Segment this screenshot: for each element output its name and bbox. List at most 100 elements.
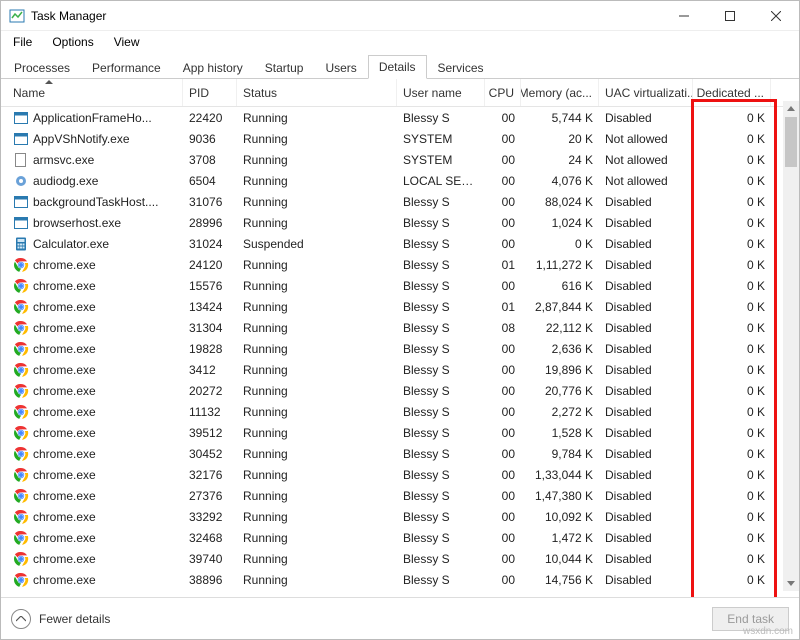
close-button[interactable]	[753, 1, 799, 31]
menu-options[interactable]: Options	[44, 33, 101, 51]
minimize-button[interactable]	[661, 1, 707, 31]
process-memory: 2,87,844 K	[521, 300, 599, 314]
table-row[interactable]: browserhost.exe28996RunningBlessy S001,0…	[1, 212, 799, 233]
column-pid[interactable]: PID	[183, 79, 237, 106]
table-row[interactable]: chrome.exe39740RunningBlessy S0010,044 K…	[1, 548, 799, 569]
process-pid: 32176	[183, 468, 237, 482]
process-pid: 38896	[183, 573, 237, 587]
maximize-button[interactable]	[707, 1, 753, 31]
process-user: Blessy S	[397, 111, 485, 125]
process-memory: 1,528 K	[521, 426, 599, 440]
process-dedicated: 0 K	[693, 258, 771, 272]
table-row[interactable]: AppVShNotify.exe9036RunningSYSTEM0020 KN…	[1, 128, 799, 149]
table-row[interactable]: chrome.exe30452RunningBlessy S009,784 KD…	[1, 443, 799, 464]
process-name: chrome.exe	[33, 279, 96, 293]
column-uac[interactable]: UAC virtualizati...	[599, 79, 693, 106]
process-icon	[13, 173, 29, 189]
process-cpu: 00	[485, 279, 521, 293]
process-status: Running	[237, 405, 397, 419]
tab-strip: Processes Performance App history Startu…	[1, 53, 799, 79]
process-memory: 14,756 K	[521, 573, 599, 587]
column-status[interactable]: Status	[237, 79, 397, 106]
table-row[interactable]: chrome.exe15576RunningBlessy S00616 KDis…	[1, 275, 799, 296]
process-uac: Disabled	[599, 531, 693, 545]
process-dedicated: 0 K	[693, 342, 771, 356]
table-row[interactable]: chrome.exe11132RunningBlessy S002,272 KD…	[1, 401, 799, 422]
process-status: Running	[237, 321, 397, 335]
table-row[interactable]: ApplicationFrameHo...22420RunningBlessy …	[1, 107, 799, 128]
process-uac: Disabled	[599, 468, 693, 482]
table-row[interactable]: chrome.exe27376RunningBlessy S001,47,380…	[1, 485, 799, 506]
process-icon	[13, 341, 29, 357]
tab-users[interactable]: Users	[314, 56, 367, 79]
table-row[interactable]: Calculator.exe31024SuspendedBlessy S000 …	[1, 233, 799, 254]
process-cpu: 00	[485, 552, 521, 566]
process-dedicated: 0 K	[693, 279, 771, 293]
process-cpu: 00	[485, 405, 521, 419]
table-row[interactable]: chrome.exe32176RunningBlessy S001,33,044…	[1, 464, 799, 485]
table-row[interactable]: chrome.exe3412RunningBlessy S0019,896 KD…	[1, 359, 799, 380]
table-row[interactable]: chrome.exe38896RunningBlessy S0014,756 K…	[1, 569, 799, 590]
process-status: Running	[237, 153, 397, 167]
tab-performance[interactable]: Performance	[81, 56, 172, 79]
process-user: Blessy S	[397, 573, 485, 587]
column-dedicated[interactable]: Dedicated ...	[693, 79, 771, 106]
process-uac: Disabled	[599, 552, 693, 566]
tab-services[interactable]: Services	[427, 56, 495, 79]
process-uac: Disabled	[599, 573, 693, 587]
table-row[interactable]: chrome.exe13424RunningBlessy S012,87,844…	[1, 296, 799, 317]
column-user[interactable]: User name	[397, 79, 485, 106]
process-pid: 24120	[183, 258, 237, 272]
table-row[interactable]: chrome.exe19828RunningBlessy S002,636 KD…	[1, 338, 799, 359]
fewer-details-button[interactable]: Fewer details	[11, 609, 110, 629]
process-pid: 20272	[183, 384, 237, 398]
process-memory: 20 K	[521, 132, 599, 146]
process-name: AppVShNotify.exe	[33, 132, 130, 146]
process-user: Blessy S	[397, 279, 485, 293]
process-name: ApplicationFrameHo...	[33, 111, 152, 125]
process-memory: 5,744 K	[521, 111, 599, 125]
table-row[interactable]: chrome.exe31304RunningBlessy S0822,112 K…	[1, 317, 799, 338]
menu-file[interactable]: File	[5, 33, 40, 51]
table-row[interactable]: audiodg.exe6504RunningLOCAL SER...004,07…	[1, 170, 799, 191]
column-name[interactable]: Name	[7, 79, 183, 106]
process-uac: Disabled	[599, 195, 693, 209]
process-uac: Disabled	[599, 342, 693, 356]
process-cpu: 00	[485, 426, 521, 440]
vertical-scrollbar[interactable]	[783, 101, 799, 591]
process-user: Blessy S	[397, 300, 485, 314]
process-pid: 39512	[183, 426, 237, 440]
process-pid: 13424	[183, 300, 237, 314]
process-uac: Not allowed	[599, 174, 693, 188]
tab-startup[interactable]: Startup	[254, 56, 315, 79]
table-row[interactable]: armsvc.exe3708RunningSYSTEM0024 KNot all…	[1, 149, 799, 170]
process-name: Calculator.exe	[33, 237, 109, 251]
table-row[interactable]: backgroundTaskHost....31076RunningBlessy…	[1, 191, 799, 212]
process-memory: 1,11,272 K	[521, 258, 599, 272]
scroll-down-icon[interactable]	[787, 581, 795, 586]
footer: Fewer details End task	[1, 597, 799, 639]
scroll-up-icon[interactable]	[787, 106, 795, 111]
process-dedicated: 0 K	[693, 321, 771, 335]
process-cpu: 00	[485, 153, 521, 167]
process-memory: 1,472 K	[521, 531, 599, 545]
process-status: Suspended	[237, 237, 397, 251]
process-name: chrome.exe	[33, 531, 96, 545]
table-row[interactable]: chrome.exe24120RunningBlessy S011,11,272…	[1, 254, 799, 275]
column-cpu[interactable]: CPU	[485, 79, 521, 106]
table-row[interactable]: chrome.exe32468RunningBlessy S001,472 KD…	[1, 527, 799, 548]
column-memory[interactable]: Memory (ac...	[521, 79, 599, 106]
tab-processes[interactable]: Processes	[3, 56, 81, 79]
menu-view[interactable]: View	[106, 33, 148, 51]
tab-details[interactable]: Details	[368, 55, 427, 79]
table-row[interactable]: chrome.exe33292RunningBlessy S0010,092 K…	[1, 506, 799, 527]
process-memory: 4,076 K	[521, 174, 599, 188]
process-dedicated: 0 K	[693, 153, 771, 167]
tab-app-history[interactable]: App history	[172, 56, 254, 79]
table-row[interactable]: chrome.exe39512RunningBlessy S001,528 KD…	[1, 422, 799, 443]
scroll-thumb[interactable]	[785, 117, 797, 167]
process-cpu: 00	[485, 363, 521, 377]
table-row[interactable]: chrome.exe20272RunningBlessy S0020,776 K…	[1, 380, 799, 401]
process-icon	[13, 236, 29, 252]
process-name: chrome.exe	[33, 405, 96, 419]
